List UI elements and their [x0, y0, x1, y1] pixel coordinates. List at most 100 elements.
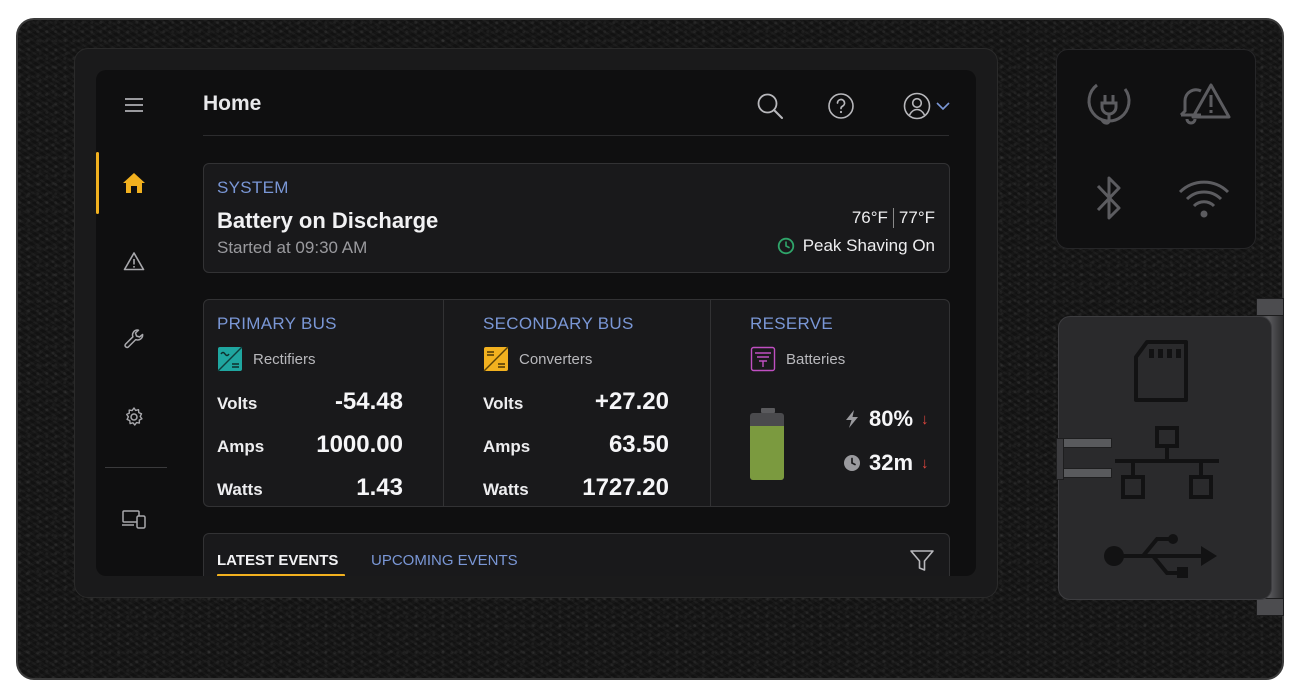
power-indicator — [1074, 67, 1144, 137]
system-label: SYSTEM — [217, 178, 289, 197]
system-status: Battery on Discharge — [217, 208, 439, 233]
system-card: SYSTEM Battery on Discharge Started at 0… — [203, 163, 950, 273]
warning-icon — [123, 252, 145, 271]
primary-watts-label: Watts — [217, 480, 263, 499]
bluetooth-indicator — [1074, 163, 1144, 233]
reserve-section: RESERVE Batteries 80% ↓ 32m ↓ — [737, 300, 949, 506]
secondary-watts-value: 1727.20 — [582, 474, 669, 501]
converter-icon — [483, 346, 509, 372]
secondary-amps-label: Amps — [483, 437, 531, 456]
temperature-separator — [892, 208, 894, 228]
page-title: Home — [203, 92, 262, 115]
temperature-1: 76°F — [851, 208, 888, 227]
primary-bus-watts-row: Watts 1.43 — [217, 474, 403, 502]
reserve-source: Batteries — [750, 346, 845, 372]
bus-divider-1 — [443, 300, 444, 506]
primary-bus-source: Rectifiers — [217, 346, 316, 372]
wrench-icon — [124, 329, 144, 349]
touch-screen: Home SYSTEM Battery on Discharge Started… — [96, 70, 976, 576]
sd-card-icon — [1134, 340, 1188, 402]
temperature-readout: 76°F 77°F — [852, 208, 935, 228]
primary-amps-value: 1000.00 — [316, 431, 403, 458]
alarm-bell-icon — [1179, 83, 1231, 125]
sidebar-item-tools[interactable] — [96, 309, 172, 369]
sidebar-divider — [105, 467, 167, 468]
home-icon — [123, 173, 145, 193]
chevron-down-icon — [935, 102, 950, 111]
sidebar-item-settings[interactable] — [96, 387, 172, 447]
runtime-clock-icon — [844, 455, 860, 471]
battery-gauge — [750, 408, 786, 480]
devices-icon — [122, 510, 146, 529]
sidebar-item-home[interactable] — [96, 153, 172, 213]
tab-latest-events[interactable]: LATEST EVENTS — [217, 552, 338, 569]
help-button[interactable] — [825, 90, 857, 122]
battery-runtime-value: 32m — [869, 450, 914, 475]
secondary-bus-amps-row: Amps 63.50 — [483, 431, 669, 459]
secondary-bus-source: Converters — [483, 346, 592, 372]
secondary-bus-section: SECONDARY BUS Converters Volts +27.20 Am… — [470, 300, 710, 506]
sidebar-item-alerts[interactable] — [96, 231, 172, 291]
gear-icon — [126, 407, 143, 426]
secondary-bus-watts-row: Watts 1727.20 — [483, 474, 669, 502]
user-icon — [903, 92, 930, 120]
menu-button[interactable] — [96, 75, 172, 135]
primary-watts-value: 1.43 — [356, 474, 403, 501]
usb-icon — [1104, 534, 1217, 578]
primary-amps-label: Amps — [217, 437, 265, 456]
primary-bus-section: PRIMARY BUS Rectifiers Volts -54.48 Amps… — [204, 300, 443, 506]
network-port — [1111, 425, 1223, 508]
wifi-icon — [1178, 180, 1230, 218]
rectifier-icon — [217, 346, 243, 372]
search-button[interactable] — [754, 90, 786, 122]
door-latch — [1056, 438, 1112, 480]
secondary-bus-source-label: Converters — [519, 350, 593, 368]
status-indicator-panel — [1056, 49, 1256, 249]
reserve-label: RESERVE — [750, 314, 834, 333]
primary-volts-label: Volts — [217, 394, 258, 413]
lightning-icon — [846, 410, 858, 428]
bluetooth-icon — [1096, 176, 1121, 220]
filter-button[interactable] — [909, 548, 935, 574]
secondary-watts-label: Watts — [483, 480, 529, 499]
active-tab-underline — [217, 574, 345, 576]
reserve-source-label: Batteries — [786, 350, 846, 368]
hinge-cap-bottom — [1256, 598, 1284, 616]
secondary-volts-label: Volts — [483, 394, 524, 413]
peak-shaving-status: Peak Shaving On — [777, 236, 935, 256]
alarm-indicator — [1169, 67, 1239, 137]
runtime-down-arrow-icon: ↓ — [921, 454, 929, 472]
primary-bus-amps-row: Amps 1000.00 — [217, 431, 403, 459]
system-started-time: Started at 09:30 AM — [217, 238, 368, 257]
bus-card: PRIMARY BUS Rectifiers Volts -54.48 Amps… — [203, 299, 950, 507]
power-plug-icon — [1087, 83, 1131, 125]
hinge-cap-top — [1256, 298, 1284, 316]
primary-bus-volts-row: Volts -54.48 — [217, 388, 403, 416]
events-card: LATEST EVENTS UPCOMING EVENTS — [203, 533, 950, 576]
filter-icon — [910, 550, 934, 571]
tab-upcoming-events[interactable]: UPCOMING EVENTS — [371, 552, 518, 569]
secondary-volts-value: +27.20 — [594, 388, 669, 415]
charge-down-arrow-icon: ↓ — [921, 410, 929, 428]
user-menu-button[interactable] — [898, 90, 954, 122]
header-divider — [203, 135, 949, 136]
search-icon — [757, 93, 783, 119]
primary-bus-label: PRIMARY BUS — [217, 314, 337, 333]
wifi-indicator — [1169, 163, 1239, 233]
battery-charge-value: 80% — [869, 406, 914, 431]
battery-fill — [750, 426, 784, 480]
help-icon — [828, 93, 854, 119]
battery-runtime-row: 32m ↓ — [843, 450, 929, 476]
primary-volts-value: -54.48 — [334, 388, 403, 415]
network-icon — [1115, 426, 1219, 499]
bus-divider-2 — [710, 300, 711, 506]
peak-shaving-label: Peak Shaving On — [802, 236, 935, 255]
clock-icon — [777, 237, 794, 255]
sidebar — [96, 70, 172, 576]
usb-port — [1103, 531, 1219, 586]
hamburger-icon — [125, 98, 143, 112]
sidebar-item-devices[interactable] — [96, 489, 172, 549]
secondary-bus-label: SECONDARY BUS — [483, 314, 634, 333]
battery-charge-row: 80% ↓ — [843, 406, 929, 432]
primary-bus-source-label: Rectifiers — [253, 350, 316, 368]
